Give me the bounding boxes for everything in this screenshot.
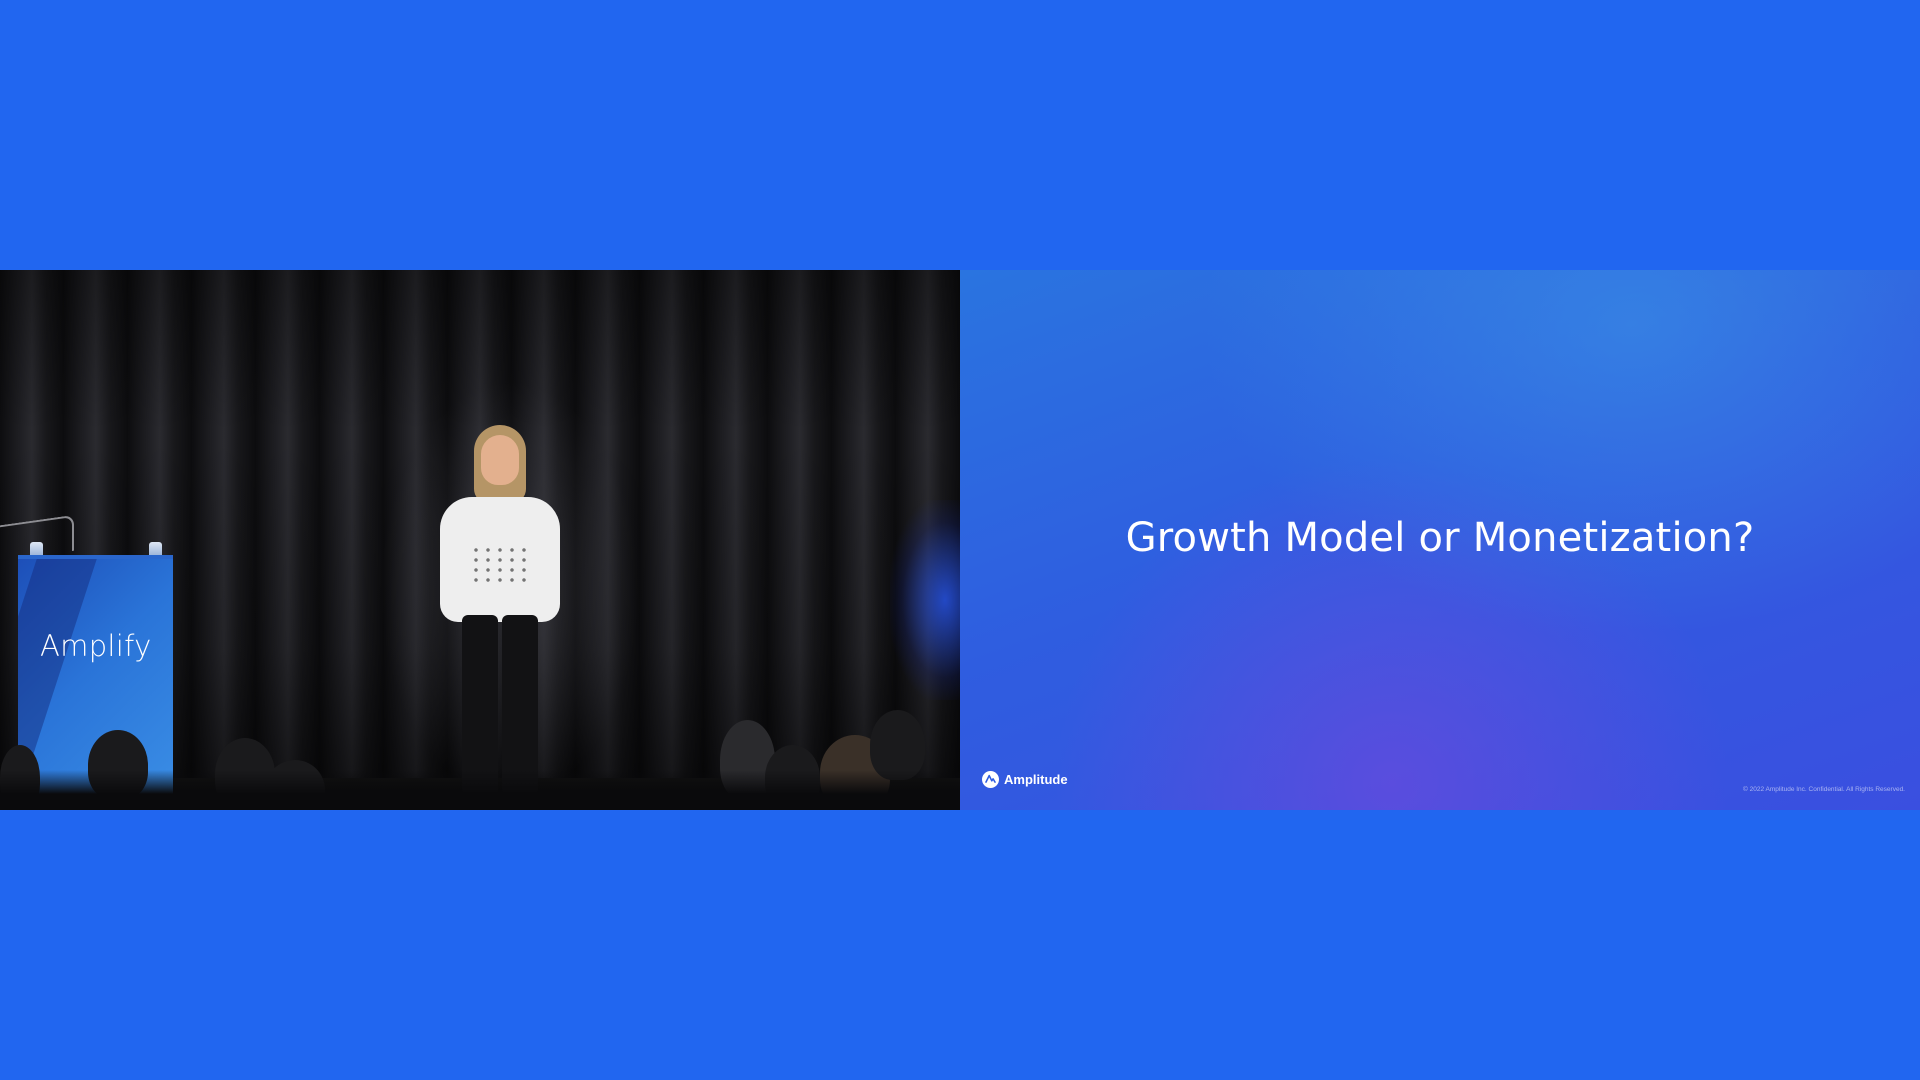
slide-brand-logo: Amplitude xyxy=(982,771,1068,788)
video-player-frame: Amplify Growth Model or Monetization? Am… xyxy=(0,0,1920,1080)
water-bottle xyxy=(30,542,43,556)
presentation-slide: Growth Model or Monetization? Amplitude … xyxy=(960,270,1920,810)
split-video-view: Amplify Growth Model or Monetization? Am… xyxy=(0,270,1920,810)
amplitude-logo-icon xyxy=(982,771,999,788)
blue-stage-light xyxy=(890,500,960,700)
audience xyxy=(0,690,960,810)
water-bottle xyxy=(149,542,162,556)
slide-copyright: © 2022 Amplitude Inc. Confidential. All … xyxy=(1743,786,1905,793)
slide-title: Growth Model or Monetization? xyxy=(1125,515,1755,561)
stage-camera-feed: Amplify xyxy=(0,270,960,810)
podium-brand-text: Amplify xyxy=(40,629,152,663)
brand-name: Amplitude xyxy=(1004,772,1068,787)
